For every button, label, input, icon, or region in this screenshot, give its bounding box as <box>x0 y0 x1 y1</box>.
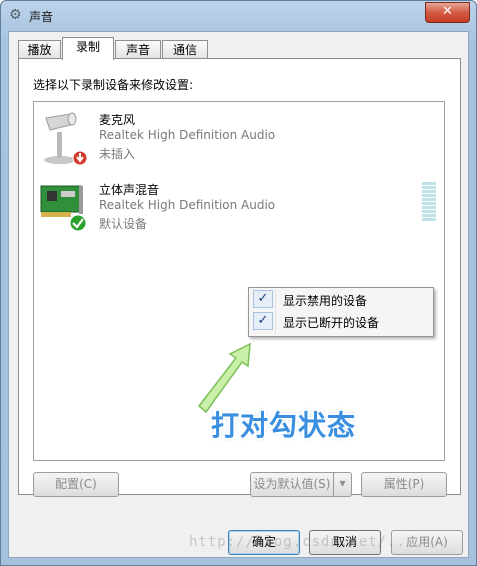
annotation-callout: 打对勾状态 <box>211 409 357 442</box>
level-meter <box>422 182 436 221</box>
tab-playback[interactable]: 播放 <box>18 40 61 59</box>
device-name: 立体声混音 <box>99 183 160 197</box>
recording-tab-panel: 选择以下录制设备来修改设置: 麦克风 Realtek High Definiti… <box>18 58 461 497</box>
instruction-text: 选择以下录制设备来修改设置: <box>33 78 194 92</box>
set-default-dropdown[interactable]: ▾ <box>333 472 352 497</box>
watermark-text: http://blog.csdn.net/... <box>189 534 416 550</box>
context-menu: ✓ 显示禁用的设备 ✓ 显示已断开的设备 <box>248 287 434 337</box>
check-icon: ✓ <box>253 290 273 308</box>
device-name: 麦克风 <box>99 113 136 127</box>
device-item-stereo-mix[interactable]: 立体声混音 Realtek High Definition Audio 默认设备 <box>34 174 444 236</box>
unplugged-badge-icon <box>72 150 88 166</box>
check-icon: ✓ <box>253 312 273 330</box>
speaker-gear-icon: ⚙ <box>9 7 22 23</box>
device-status: 未插入 <box>99 147 136 161</box>
close-button[interactable]: ✕ <box>425 2 470 23</box>
device-description: Realtek High Definition Audio <box>99 128 276 142</box>
set-default-button[interactable]: 设为默认值(S) <box>250 472 334 497</box>
menu-item-show-disconnected[interactable]: ✓ 显示已断开的设备 <box>251 311 429 333</box>
sound-dialog-window: ⚙ 声音 ✕ 播放 录制 声音 通信 选择以下录制设备来修改设置: 麦克风 Re… <box>0 0 477 566</box>
default-check-badge-icon <box>69 214 87 232</box>
menu-item-label: 显示禁用的设备 <box>283 294 368 308</box>
title-bar[interactable]: ⚙ 声音 ✕ <box>1 1 476 31</box>
chevron-down-icon: ▾ <box>339 476 346 490</box>
tab-communications[interactable]: 通信 <box>162 40 208 59</box>
configure-button[interactable]: 配置(C) <box>33 472 119 497</box>
window-title: 声音 <box>29 10 54 24</box>
properties-button[interactable]: 属性(P) <box>361 472 447 497</box>
menu-item-show-disabled[interactable]: ✓ 显示禁用的设备 <box>251 289 429 311</box>
tab-sounds[interactable]: 声音 <box>115 40 161 59</box>
device-status: 默认设备 <box>99 217 148 231</box>
device-item-microphone[interactable]: 麦克风 Realtek High Definition Audio 未插入 <box>34 110 444 172</box>
recording-device-list[interactable]: 麦克风 Realtek High Definition Audio 未插入 立体… <box>33 101 445 461</box>
tab-recording[interactable]: 录制 <box>62 37 114 60</box>
device-description: Realtek High Definition Audio <box>99 198 276 212</box>
menu-item-label: 显示已断开的设备 <box>283 316 380 330</box>
